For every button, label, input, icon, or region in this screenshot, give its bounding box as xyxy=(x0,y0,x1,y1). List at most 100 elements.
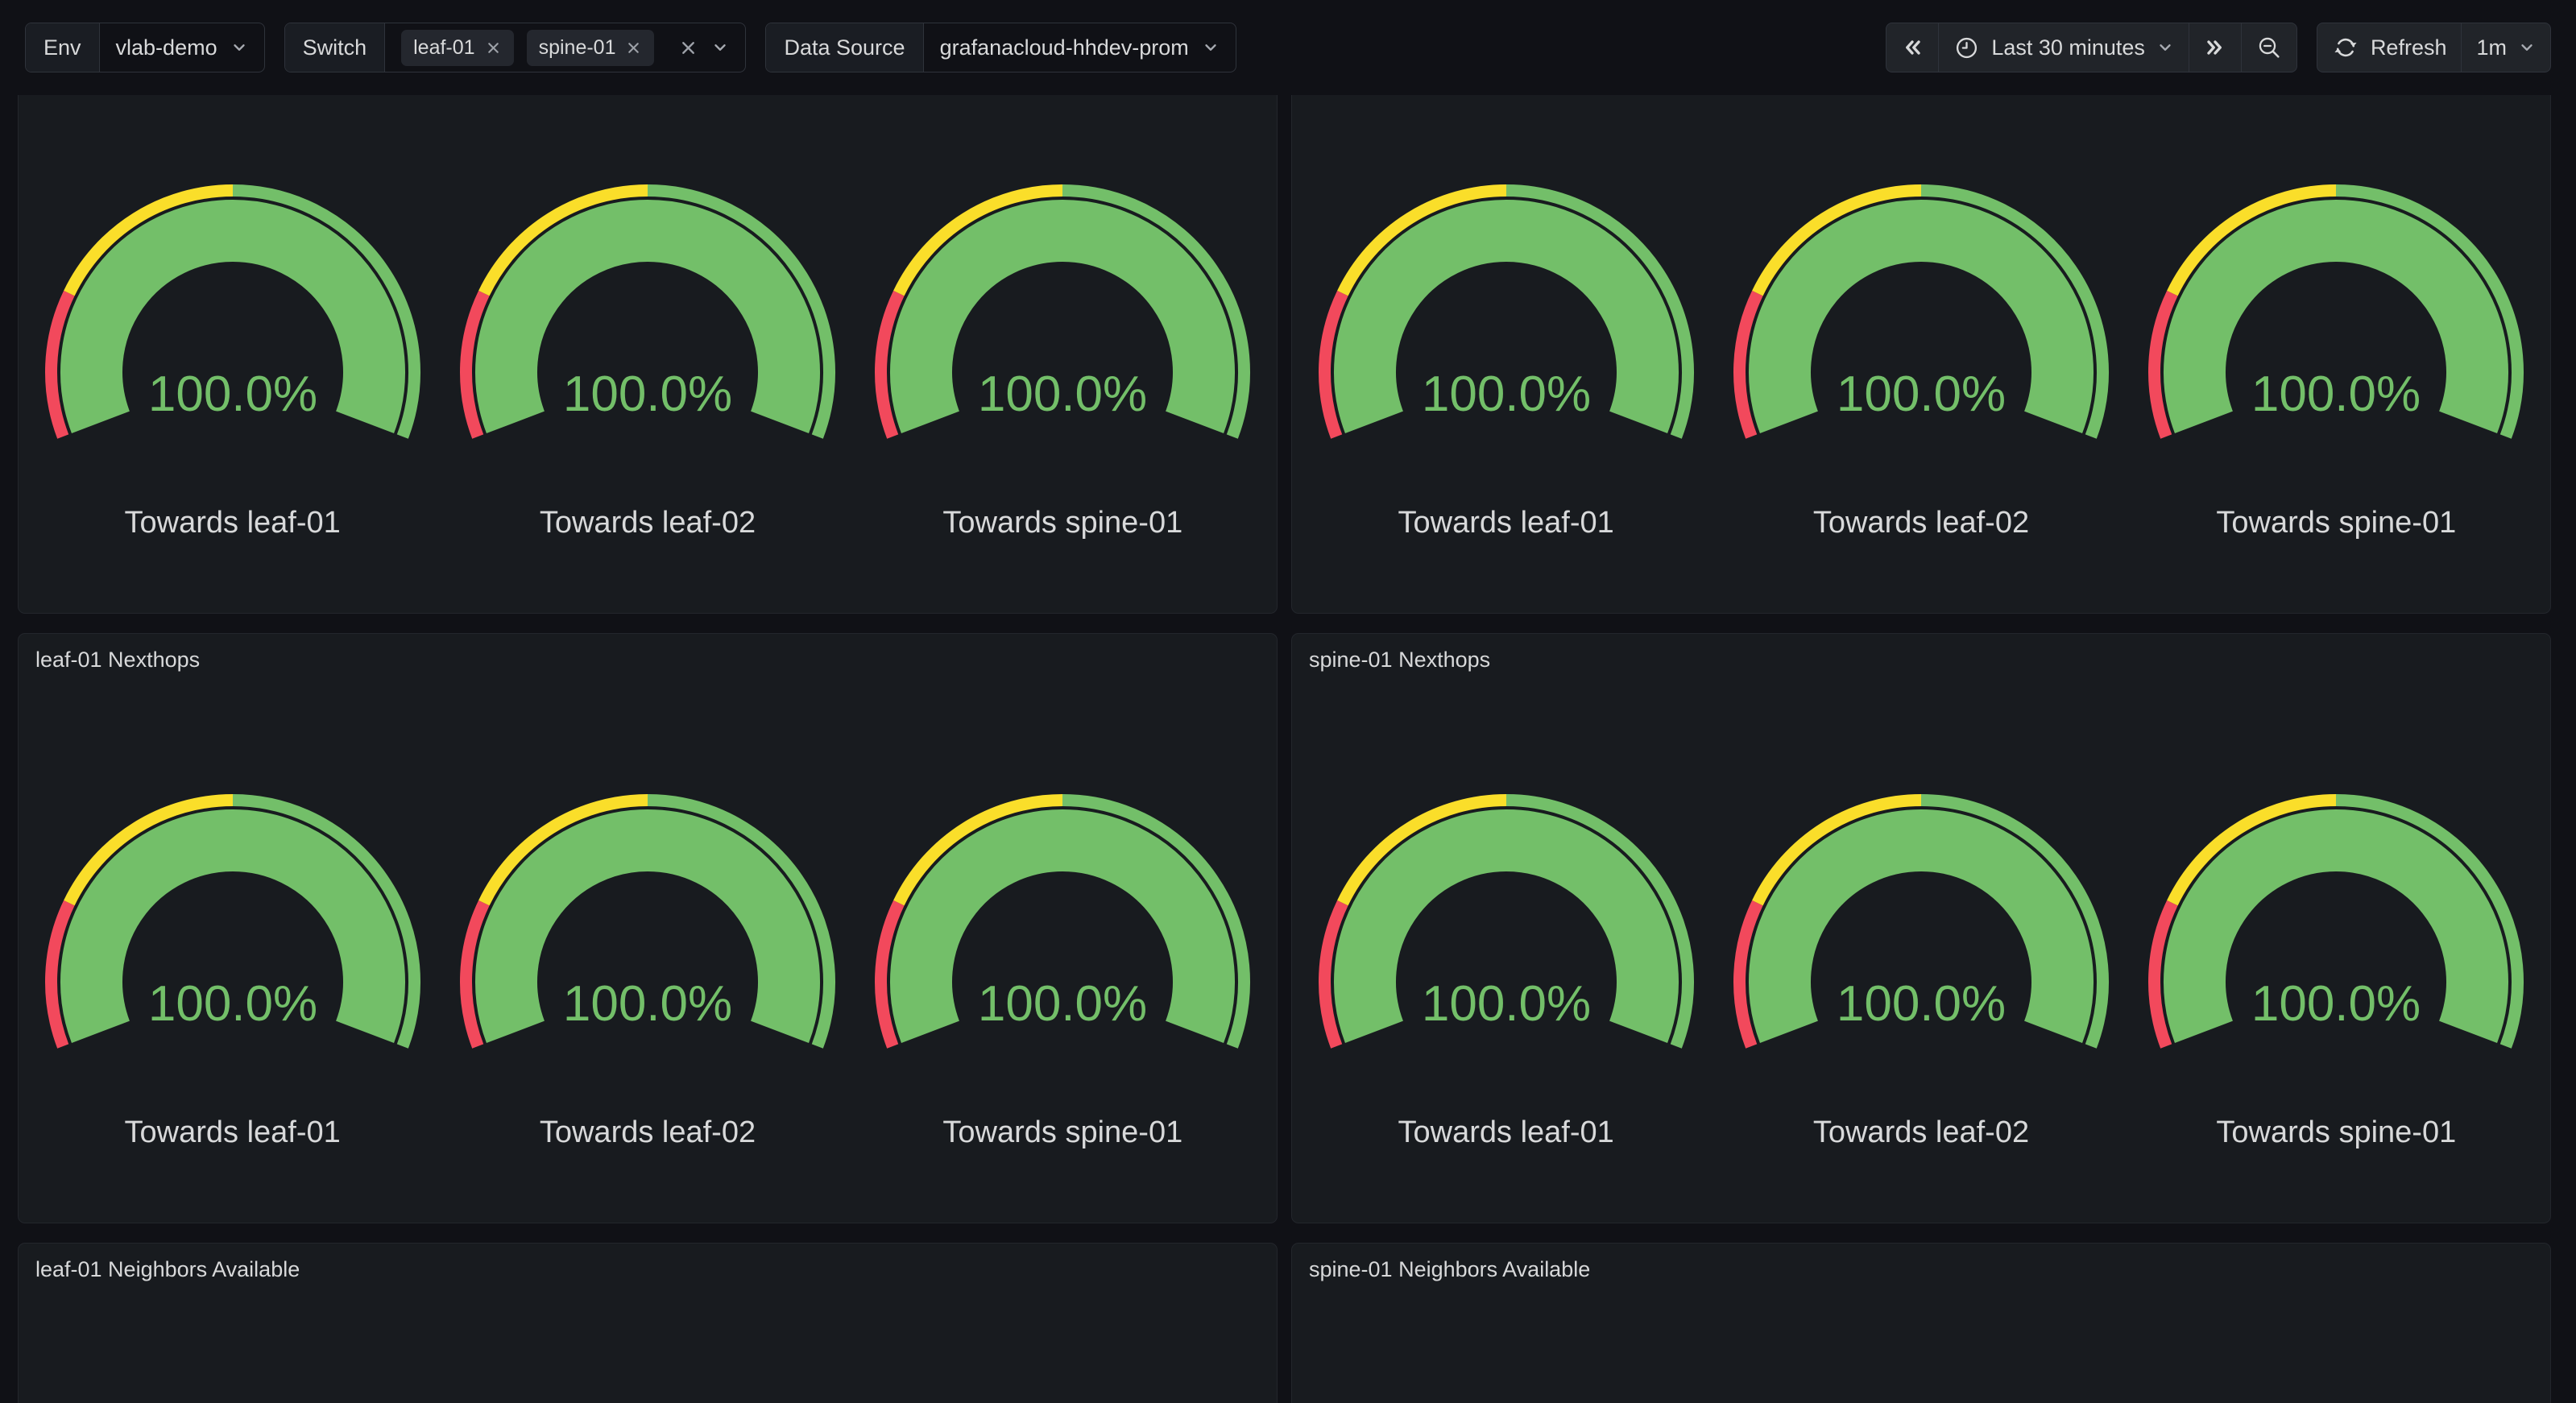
chevron-down-icon xyxy=(1202,39,1220,56)
gauge-arc: 100.0% xyxy=(2147,791,2525,1069)
gauge-value: 100.0% xyxy=(978,366,1147,422)
gauge-arc: 100.0% xyxy=(873,181,1252,459)
clock-icon xyxy=(1953,35,1980,61)
magnifier-minus-icon xyxy=(2256,35,2282,60)
gauge: 100.0% Towards leaf-02 xyxy=(1713,674,2128,1223)
gauge-value: 100.0% xyxy=(2251,366,2421,422)
dashboard-toolbar: Env vlab-demo Switch leaf-01 spine-01 xyxy=(0,0,2576,95)
dashboard-grid: 100.0% Towards leaf-01 100.0% Towards le… xyxy=(0,0,2576,1403)
gauge-row xyxy=(25,1284,1270,1403)
gauge-row: 100.0% Towards leaf-01 100.0% Towards le… xyxy=(25,64,1270,613)
gauge-arc: 100.0% xyxy=(43,181,422,459)
gauge: 100.0% Towards spine-01 xyxy=(2129,64,2544,613)
panel-top-right: 100.0% Towards leaf-01 100.0% Towards le… xyxy=(1291,23,2551,614)
env-variable-control: Env vlab-demo xyxy=(25,23,265,72)
remove-tag-x-icon[interactable] xyxy=(625,39,642,56)
remove-tag-x-icon[interactable] xyxy=(485,39,502,56)
gauge-label: Towards spine-01 xyxy=(2216,504,2456,541)
chevron-down-icon xyxy=(2518,39,2536,56)
gauge-value: 100.0% xyxy=(1837,976,2006,1032)
chevron-down-icon xyxy=(711,39,729,56)
refresh-interval-picker[interactable]: 1m xyxy=(2461,23,2550,72)
datasource-select[interactable]: grafanacloud-hhdev-prom xyxy=(924,23,1236,72)
time-controls: Last 30 minutes xyxy=(1886,23,2297,72)
panel-spine-01-neighbors-available: spine-01 Neighbors Available xyxy=(1291,1243,2551,1403)
gauge-value: 100.0% xyxy=(148,976,317,1032)
gauge-value: 100.0% xyxy=(563,366,732,422)
panel-top-left: 100.0% Towards leaf-01 100.0% Towards le… xyxy=(18,23,1278,614)
gauge-arc: 100.0% xyxy=(1732,791,2110,1069)
switch-tag-text: spine-01 xyxy=(539,36,616,60)
panel-spine-01-nexthops: spine-01 Nexthops 100.0% Towards leaf-01… xyxy=(1291,633,2551,1223)
gauge: 100.0% Towards leaf-01 xyxy=(25,674,440,1223)
gauge-arc: 100.0% xyxy=(458,181,837,459)
time-range-picker[interactable]: Last 30 minutes xyxy=(1938,23,2189,72)
gauge-row: 100.0% Towards leaf-01 100.0% Towards le… xyxy=(1298,674,2544,1223)
switch-tag-text: leaf-01 xyxy=(413,36,474,60)
gauge: 100.0% Towards leaf-02 xyxy=(440,674,855,1223)
gauge: 100.0% Towards spine-01 xyxy=(855,674,1270,1223)
gauge-value: 100.0% xyxy=(563,976,732,1032)
datasource-control: Data Source grafanacloud-hhdev-prom xyxy=(765,23,1236,72)
gauge-label: Towards spine-01 xyxy=(942,1114,1182,1151)
refresh-label: Refresh xyxy=(2371,35,2447,60)
gauge-value: 100.0% xyxy=(1422,366,1591,422)
gauge: 100.0% Towards leaf-01 xyxy=(1298,674,1713,1223)
gauge: 100.0% Towards leaf-01 xyxy=(1298,64,1713,613)
gauge-row: 100.0% Towards leaf-01 100.0% Towards le… xyxy=(1298,64,2544,613)
gauge-row: 100.0% Towards leaf-01 100.0% Towards le… xyxy=(25,674,1270,1223)
gauge-arc: 100.0% xyxy=(1317,791,1696,1069)
refresh-controls: Refresh 1m xyxy=(2317,23,2551,72)
switch-variable-control: Switch leaf-01 spine-01 xyxy=(284,23,747,72)
gauge-value: 100.0% xyxy=(148,366,317,422)
switch-select[interactable]: leaf-01 spine-01 xyxy=(385,23,745,72)
gauge-label: Towards leaf-02 xyxy=(540,504,756,541)
datasource-label: Data Source xyxy=(766,23,923,72)
gauge-label: Towards leaf-02 xyxy=(1813,504,2029,541)
time-shift-back-button[interactable] xyxy=(1886,23,1938,72)
gauge-label: Towards leaf-02 xyxy=(1813,1114,2029,1151)
gauge: 100.0% Towards spine-01 xyxy=(855,64,1270,613)
clear-selection-x-icon[interactable] xyxy=(678,38,698,58)
refresh-interval-value: 1m xyxy=(2476,35,2507,60)
gauge-label: Towards leaf-01 xyxy=(1398,504,1614,541)
switch-tag-leaf-01[interactable]: leaf-01 xyxy=(401,30,513,66)
gauge-value: 100.0% xyxy=(2251,976,2421,1032)
gauge-arc: 100.0% xyxy=(1317,181,1696,459)
chevron-down-icon xyxy=(2156,39,2174,56)
gauge: 100.0% Towards leaf-02 xyxy=(440,64,855,613)
gauge-arc: 100.0% xyxy=(2147,181,2525,459)
gauge-label: Towards leaf-01 xyxy=(125,1114,341,1151)
panel-leaf-01-neighbors-available: leaf-01 Neighbors Available xyxy=(18,1243,1278,1403)
time-range-label: Last 30 minutes xyxy=(1991,35,2145,60)
refresh-button[interactable]: Refresh xyxy=(2317,23,2462,72)
gauge-label: Towards leaf-02 xyxy=(540,1114,756,1151)
env-select[interactable]: vlab-demo xyxy=(100,23,264,72)
env-label: Env xyxy=(26,23,100,72)
gauge-value: 100.0% xyxy=(978,976,1147,1032)
gauge-label: Towards spine-01 xyxy=(942,504,1182,541)
gauge-value: 100.0% xyxy=(1837,366,2006,422)
gauge-label: Towards leaf-01 xyxy=(1398,1114,1614,1151)
gauge-arc: 100.0% xyxy=(1732,181,2110,459)
gauge: 100.0% Towards leaf-02 xyxy=(1713,64,2128,613)
time-shift-forward-button[interactable] xyxy=(2189,23,2241,72)
gauge-arc: 100.0% xyxy=(873,791,1252,1069)
datasource-value: grafanacloud-hhdev-prom xyxy=(940,35,1189,60)
sync-icon xyxy=(2332,34,2359,61)
switch-label: Switch xyxy=(285,23,386,72)
panel-leaf-01-nexthops: leaf-01 Nexthops 100.0% Towards leaf-01 … xyxy=(18,633,1278,1223)
gauge-label: Towards leaf-01 xyxy=(125,504,341,541)
env-value: vlab-demo xyxy=(116,35,217,60)
double-chevron-right-icon xyxy=(2204,36,2226,59)
gauge-value: 100.0% xyxy=(1422,976,1591,1032)
zoom-out-button[interactable] xyxy=(2241,23,2296,72)
double-chevron-left-icon xyxy=(1901,36,1924,59)
gauge-row xyxy=(1298,1284,2544,1403)
gauge-arc: 100.0% xyxy=(458,791,837,1069)
switch-tag-spine-01[interactable]: spine-01 xyxy=(527,30,655,66)
gauge-label: Towards spine-01 xyxy=(2216,1114,2456,1151)
grafana-dashboard: 100.0% Towards leaf-01 100.0% Towards le… xyxy=(0,0,2576,1403)
chevron-down-icon xyxy=(230,39,248,56)
gauge: 100.0% Towards spine-01 xyxy=(2129,674,2544,1223)
